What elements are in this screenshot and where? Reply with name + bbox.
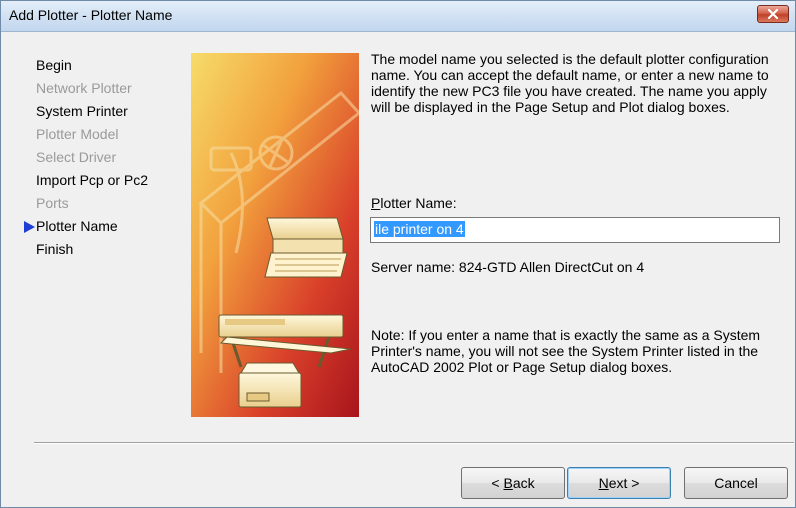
wizard-step-label: Finish (36, 241, 74, 257)
window-title: Add Plotter - Plotter Name (9, 7, 173, 23)
wizard-step-label: Plotter Model (36, 126, 119, 142)
wizard-step-begin: Begin (36, 54, 148, 77)
wizard-step-finish: Finish (36, 238, 148, 261)
plotter-name-value: ile printer on 4 (374, 221, 465, 237)
next-button[interactable]: Next > (567, 467, 671, 499)
wizard-step-label: Begin (36, 57, 72, 73)
description-text: The model name you selected is the defau… (371, 51, 769, 115)
wizard-step-label: Import Pcp or Pc2 (36, 172, 149, 188)
note-text: Note: If you enter a name that is exactl… (371, 327, 761, 375)
wizard-steps-list: Begin Network Plotter System Printer Plotte… (24, 54, 148, 261)
server-name-text: Server name: 824-GTD Allen DirectCut on … (371, 259, 645, 275)
back-button[interactable]: < Back (461, 467, 565, 499)
title-bar: Add Plotter - Plotter Name (1, 1, 795, 32)
wizard-step-select-driver: Select Driver (36, 146, 148, 169)
close-icon (767, 9, 779, 19)
wizard-step-ports: Ports (36, 192, 148, 215)
close-button[interactable] (757, 5, 789, 23)
small-plotter-graphic (264, 217, 348, 278)
plotter-name-label: Plotter Name: (371, 195, 457, 211)
wizard-step-plotter-name: Plotter Name (36, 215, 148, 238)
wizard-step-label: Plotter Name (36, 218, 118, 234)
add-plotter-dialog: Add Plotter - Plotter Name Begin Network … (0, 0, 796, 508)
wizard-step-system-printer: System Printer (36, 100, 148, 123)
plotter-name-input[interactable]: ile printer on 4 (370, 217, 780, 243)
wizard-step-import-pcp-or-pc2: Import Pcp or Pc2 (36, 169, 148, 192)
wizard-step-label: System Printer (36, 103, 128, 119)
arrow-right-icon (24, 221, 35, 233)
wizard-step-label: Select Driver (36, 149, 117, 165)
wizard-step-network-plotter: Network Plotter (36, 77, 148, 100)
cancel-button[interactable]: Cancel (684, 467, 788, 499)
wizard-step-label: Network Plotter (36, 80, 132, 96)
dialog-body: Begin Network Plotter System Printer Plotte… (1, 32, 795, 507)
plotter-illustration (191, 53, 359, 417)
laser-printer-graphic (238, 362, 302, 408)
divider (34, 442, 794, 444)
wizard-step-plotter-model: Plotter Model (36, 123, 148, 146)
wizard-step-label: Ports (36, 195, 69, 211)
